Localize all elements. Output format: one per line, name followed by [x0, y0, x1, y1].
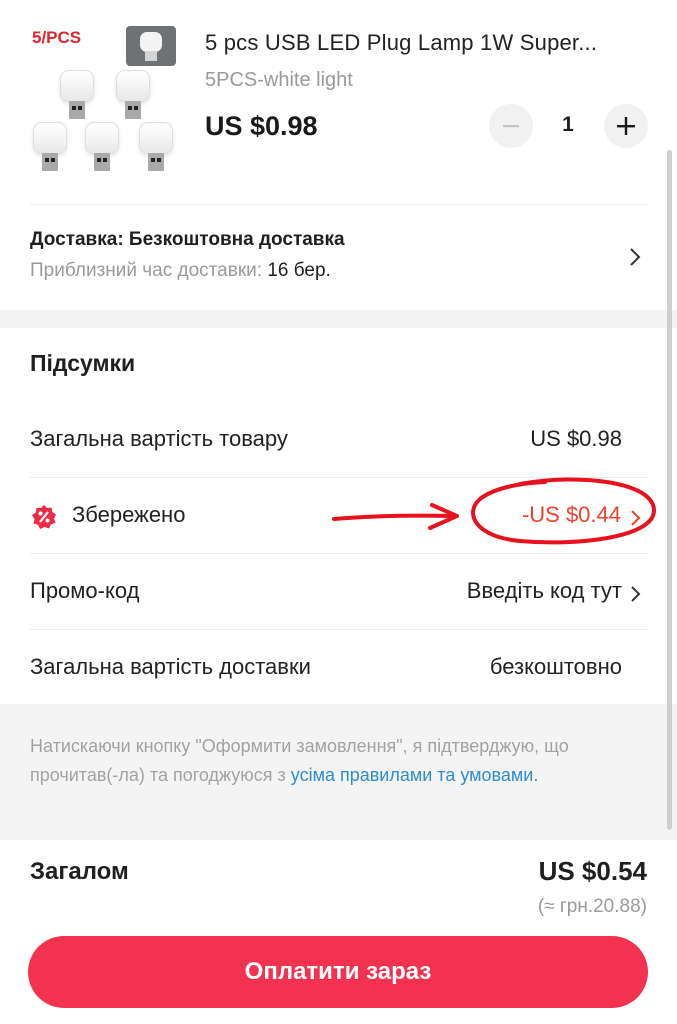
lamp-image: [33, 122, 67, 174]
terms-notice: Натискаючи кнопку "Оформити замовлення",…: [0, 704, 677, 840]
total-label: Загалом: [30, 858, 129, 885]
delivery-method: Доставка: Безкоштовна доставка: [30, 229, 345, 250]
promo-code-row[interactable]: Промо-код Введіть код тут: [30, 554, 647, 630]
shipping-total-value: безкоштовно: [489, 654, 622, 679]
section-separator: [0, 310, 677, 328]
savings-value: -US $0.44: [521, 502, 621, 527]
minus-icon[interactable]: [489, 104, 533, 148]
cart-item: 5/PCS 5 pcs USB LED Plug Lamp 1W Super..…: [0, 0, 677, 205]
savings-label: Збережено: [72, 502, 186, 527]
minus-icon-glyph: [503, 125, 519, 128]
summary-title: Підсумки: [30, 350, 136, 376]
shipping-total-row: Загальна вартість доставки безкоштовно: [30, 630, 647, 706]
lamp-image: [85, 122, 119, 174]
pay-now-button[interactable]: Оплатити зараз: [28, 936, 648, 1008]
variant-preview-image: [126, 26, 176, 66]
delivery-row[interactable]: Доставка: Безкоштовна доставка Приблизни…: [0, 206, 677, 310]
plus-icon-glyph: [617, 117, 635, 135]
savings-row[interactable]: Збережено -US $0.44: [30, 478, 647, 554]
checkout-footer: Загалом US $0.54 (≈ грн.20.88) Оплатити …: [0, 840, 677, 1024]
terms-link[interactable]: усіма правилами та умовами.: [291, 765, 539, 785]
shipping-total-label: Загальна вартість доставки: [30, 654, 311, 679]
total-value: US $0.54: [538, 856, 647, 886]
product-price: US $0.98: [205, 111, 318, 141]
chevron-right-icon[interactable]: [630, 585, 642, 603]
total-converted: (≈ грн.20.88): [537, 896, 647, 917]
product-title[interactable]: 5 pcs USB LED Plug Lamp 1W Super...: [205, 30, 650, 56]
order-summary: Підсумки Загальна вартість товару US $0.…: [0, 328, 677, 704]
product-thumbnail[interactable]: 5/PCS: [24, 22, 184, 182]
lamp-image: [60, 70, 94, 122]
divider: [30, 204, 647, 205]
delivery-eta-value: 16 бер.: [267, 260, 331, 281]
items-total-row: Загальна вартість товару US $0.98: [30, 402, 647, 478]
thumbnail-tag: 5/PCS: [32, 28, 82, 47]
items-total-label: Загальна вартість товару: [30, 426, 288, 451]
delivery-eta: Приблизний час доставки: 16 бер.: [30, 260, 331, 282]
lamp-image: [116, 70, 150, 122]
plus-icon[interactable]: [604, 104, 648, 148]
quantity-value[interactable]: 1: [548, 113, 588, 137]
items-total-value: US $0.98: [530, 426, 622, 451]
lamp-image: [139, 122, 173, 174]
scrollbar[interactable]: [667, 150, 672, 830]
promo-code-input[interactable]: Введіть код тут: [467, 578, 622, 604]
product-variant[interactable]: 5PCS-white light: [205, 69, 353, 92]
chevron-right-icon[interactable]: [628, 246, 642, 268]
terms-text: Натискаючи кнопку "Оформити замовлення",…: [30, 732, 640, 790]
delivery-eta-label: Приблизний час доставки:: [30, 260, 263, 281]
promo-code-label: Промо-код: [30, 578, 140, 603]
chevron-right-icon[interactable]: [630, 509, 642, 527]
discount-badge-icon: [32, 505, 56, 529]
